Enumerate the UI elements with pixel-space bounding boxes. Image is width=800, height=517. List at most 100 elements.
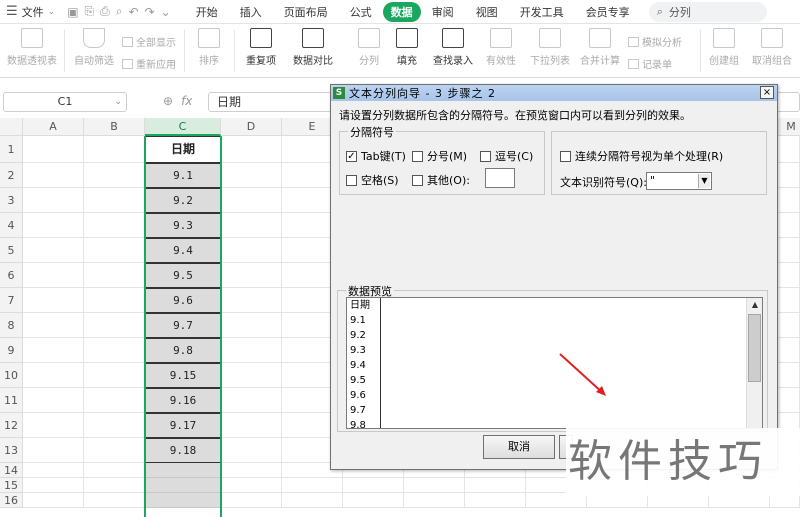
- grid-cell[interactable]: [221, 136, 282, 163]
- grid-cell[interactable]: [221, 438, 282, 463]
- row-header[interactable]: 15: [0, 478, 23, 493]
- row-header[interactable]: 13: [0, 438, 23, 463]
- select-all-corner[interactable]: [0, 118, 23, 136]
- tab-formulas[interactable]: 公式: [339, 2, 383, 22]
- consolidate-button[interactable]: 合并计算: [578, 28, 622, 67]
- close-button[interactable]: ×: [760, 86, 774, 99]
- comma-checkbox[interactable]: 逗号(C): [480, 148, 533, 164]
- row-header[interactable]: 3: [0, 188, 23, 213]
- tab-review[interactable]: 审阅: [421, 2, 465, 22]
- simulate-button[interactable]: 模拟分析: [628, 34, 682, 49]
- grid-cell[interactable]: [84, 388, 145, 413]
- grid-cell[interactable]: [23, 238, 84, 263]
- row-header[interactable]: 6: [0, 263, 23, 288]
- text-qualifier-select[interactable]: " ▼: [646, 172, 712, 190]
- lookup-entry-button[interactable]: 查找录入: [430, 28, 476, 67]
- dialog-title-bar[interactable]: S 文本分列向导 - 3 步骤之 2: [331, 85, 777, 101]
- column-c-cell[interactable]: 9.15: [145, 363, 221, 388]
- consecutive-checkbox[interactable]: 连续分隔符号视为单个处理(R): [560, 148, 723, 164]
- column-c-cell[interactable]: 9.4: [145, 238, 221, 263]
- grid-cell[interactable]: [23, 413, 84, 438]
- grid-cell[interactable]: [343, 493, 404, 508]
- grid-cell[interactable]: [282, 493, 343, 508]
- row-header[interactable]: 7: [0, 288, 23, 313]
- scroll-up-arrow-icon[interactable]: ▲: [747, 298, 762, 312]
- column-c-cell[interactable]: 9.17: [145, 413, 221, 438]
- sort-button[interactable]: 排序: [192, 28, 226, 67]
- grid-cell[interactable]: [221, 338, 282, 363]
- grid-cell[interactable]: [84, 188, 145, 213]
- pivot-table-button[interactable]: 数据透视表: [4, 28, 60, 67]
- grid-cell[interactable]: [84, 493, 145, 508]
- grid-cell[interactable]: [221, 213, 282, 238]
- grid-cell[interactable]: [23, 136, 84, 163]
- grid-cell[interactable]: [23, 438, 84, 463]
- fill-button[interactable]: 填充: [392, 28, 422, 67]
- more-chevron-icon[interactable]: ⌄: [161, 5, 171, 19]
- grid-cell[interactable]: [23, 388, 84, 413]
- grid-cell[interactable]: [23, 263, 84, 288]
- dropdown-list-button[interactable]: 下拉列表: [528, 28, 572, 67]
- grid-cell[interactable]: [84, 136, 145, 163]
- compare-button[interactable]: 数据对比: [288, 28, 338, 67]
- cancel-button[interactable]: 取消: [483, 435, 555, 459]
- row-header[interactable]: 8: [0, 313, 23, 338]
- grid-cell[interactable]: [404, 478, 465, 493]
- row-header[interactable]: 5: [0, 238, 23, 263]
- grid-cell[interactable]: [23, 288, 84, 313]
- column-c-cell[interactable]: 9.3: [145, 213, 221, 238]
- grid-cell[interactable]: [221, 478, 282, 493]
- grid-cell[interactable]: [282, 478, 343, 493]
- row-header[interactable]: 4: [0, 213, 23, 238]
- grid-cell[interactable]: [84, 463, 145, 478]
- duplicates-button[interactable]: 重复项: [240, 28, 282, 67]
- scrollbar-thumb[interactable]: [748, 314, 761, 382]
- grid-cell[interactable]: [465, 478, 526, 493]
- column-c-header-cell[interactable]: 日期: [145, 136, 221, 163]
- grid-cell[interactable]: [221, 188, 282, 213]
- reapply-button[interactable]: 重新应用: [122, 56, 176, 71]
- grid-cell[interactable]: [23, 478, 84, 493]
- grid-cell[interactable]: [23, 188, 84, 213]
- grid-cell[interactable]: [84, 238, 145, 263]
- grid-cell[interactable]: [84, 213, 145, 238]
- show-all-button[interactable]: 全部显示: [122, 34, 176, 49]
- column-c-cell[interactable]: 9.16: [145, 388, 221, 413]
- space-checkbox[interactable]: 空格(S): [346, 172, 399, 188]
- column-c-cell[interactable]: 9.5: [145, 263, 221, 288]
- grid-cell[interactable]: [404, 493, 465, 508]
- grid-cell[interactable]: [84, 338, 145, 363]
- grid-cell[interactable]: [23, 493, 84, 508]
- row-header[interactable]: 9: [0, 338, 23, 363]
- tab-view[interactable]: 视图: [465, 2, 509, 22]
- column-c-cell[interactable]: [145, 478, 221, 493]
- tab-page-layout[interactable]: 页面布局: [273, 2, 339, 22]
- grid-cell[interactable]: [465, 493, 526, 508]
- print-icon[interactable]: ⎙: [100, 4, 110, 19]
- grid-cell[interactable]: [221, 288, 282, 313]
- column-header-a[interactable]: A: [23, 118, 84, 136]
- grid-cell[interactable]: [221, 493, 282, 508]
- grid-cell[interactable]: [221, 163, 282, 188]
- tab-home[interactable]: 开始: [185, 2, 229, 22]
- grid-cell[interactable]: [23, 213, 84, 238]
- grid-cell[interactable]: [221, 463, 282, 478]
- preview-scrollbar[interactable]: ▲: [746, 298, 762, 428]
- row-header[interactable]: 14: [0, 463, 23, 478]
- zoom-icon[interactable]: ⊕: [163, 94, 173, 108]
- grid-cell[interactable]: [23, 363, 84, 388]
- other-checkbox[interactable]: 其他(O):: [412, 172, 470, 188]
- semicolon-checkbox[interactable]: 分号(M): [412, 148, 467, 164]
- column-c-cell[interactable]: [145, 493, 221, 508]
- grid-cell[interactable]: [84, 438, 145, 463]
- column-header-d[interactable]: D: [221, 118, 282, 136]
- grid-cell[interactable]: [84, 413, 145, 438]
- column-c-cell[interactable]: 9.6: [145, 288, 221, 313]
- row-header[interactable]: 1: [0, 136, 23, 163]
- row-header[interactable]: 11: [0, 388, 23, 413]
- grid-cell[interactable]: [221, 238, 282, 263]
- save-icon[interactable]: ▣: [67, 5, 78, 19]
- undo-icon[interactable]: ↶: [129, 5, 139, 19]
- file-menu-button[interactable]: ☰ 文件 ⌄: [0, 0, 61, 24]
- grid-cell[interactable]: [221, 413, 282, 438]
